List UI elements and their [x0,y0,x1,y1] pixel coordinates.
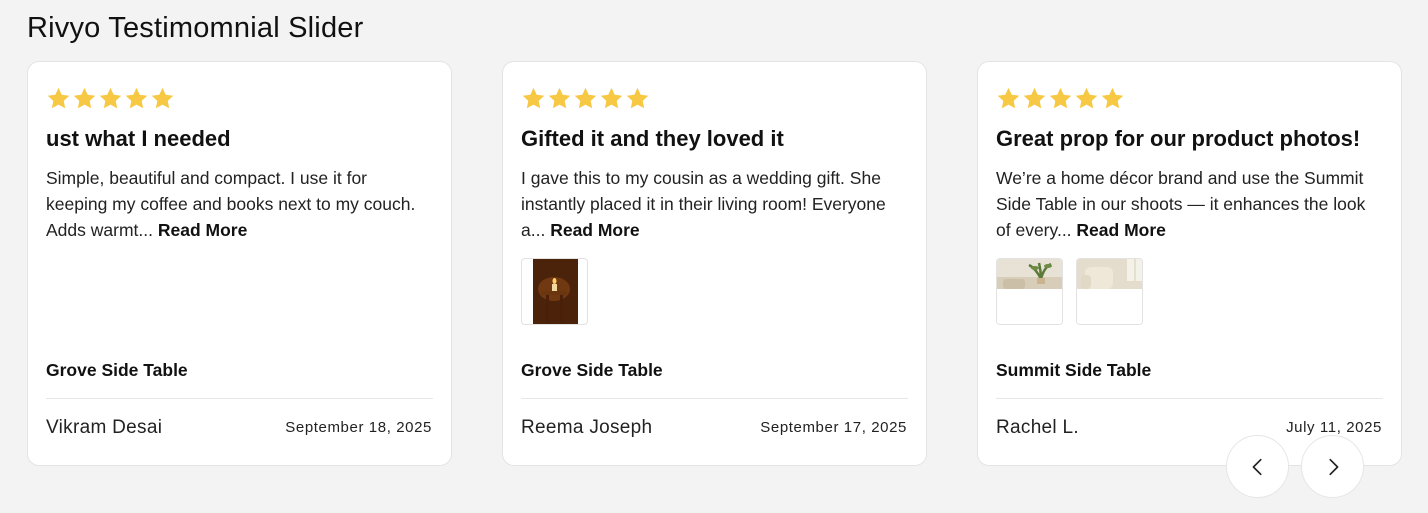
review-headline: ust what I needed [46,126,231,151]
star-icon [547,86,572,111]
next-slide-button[interactable] [1301,435,1364,498]
review-date: September 17, 2025 [760,419,907,436]
read-more-link[interactable]: Read More [550,220,639,240]
previous-slide-button[interactable] [1226,435,1289,498]
read-more-link[interactable]: Read More [1076,220,1165,240]
testimonial-card: Gifted it and they loved it I gave this … [502,61,927,466]
review-body: I gave this to my cousin as a wedding gi… [521,165,896,243]
product-name[interactable]: Grove Side Table [521,360,663,381]
star-icon [521,86,546,111]
testimonial-card: ust what I needed Simple, beautiful and … [27,61,452,466]
reviewer-name: Reema Joseph [521,417,653,438]
page-title: Rivyo Testimomnial Slider [27,12,364,44]
product-name[interactable]: Summit Side Table [996,360,1151,381]
review-photos [521,258,588,325]
star-icon [150,86,175,111]
reviewer-name: Vikram Desai [46,417,163,438]
chevron-right-icon [1322,456,1344,478]
divider [521,398,908,399]
review-body: We’re a home décor brand and use the Sum… [996,165,1371,243]
review-headline: Gifted it and they loved it [521,126,784,151]
star-icon [98,86,123,111]
read-more-link[interactable]: Read More [158,220,247,240]
review-photos [996,258,1143,325]
star-rating [996,86,1125,111]
star-icon [625,86,650,111]
star-icon [72,86,97,111]
star-icon [46,86,71,111]
armchair-room-photo[interactable] [1076,258,1143,325]
star-icon [124,86,149,111]
star-icon [573,86,598,111]
star-icon [599,86,624,111]
review-body: Simple, beautiful and compact. I use it … [46,165,421,243]
chevron-left-icon [1247,456,1269,478]
star-icon [1074,86,1099,111]
review-date: July 11, 2025 [1286,419,1382,436]
review-text: We’re a home décor brand and use the Sum… [996,168,1366,240]
review-date: September 18, 2025 [285,419,432,436]
reviewer-name: Rachel L. [996,417,1079,438]
plant-on-table-photo[interactable] [996,258,1063,325]
testimonial-card: Great prop for our product photos! We’re… [977,61,1402,466]
star-icon [996,86,1021,111]
star-rating [521,86,650,111]
star-icon [1100,86,1125,111]
product-name[interactable]: Grove Side Table [46,360,188,381]
star-icon [1022,86,1047,111]
review-headline: Great prop for our product photos! [996,126,1361,151]
divider [996,398,1383,399]
star-rating [46,86,175,111]
star-icon [1048,86,1073,111]
candle-on-table-photo[interactable] [521,258,588,325]
divider [46,398,433,399]
